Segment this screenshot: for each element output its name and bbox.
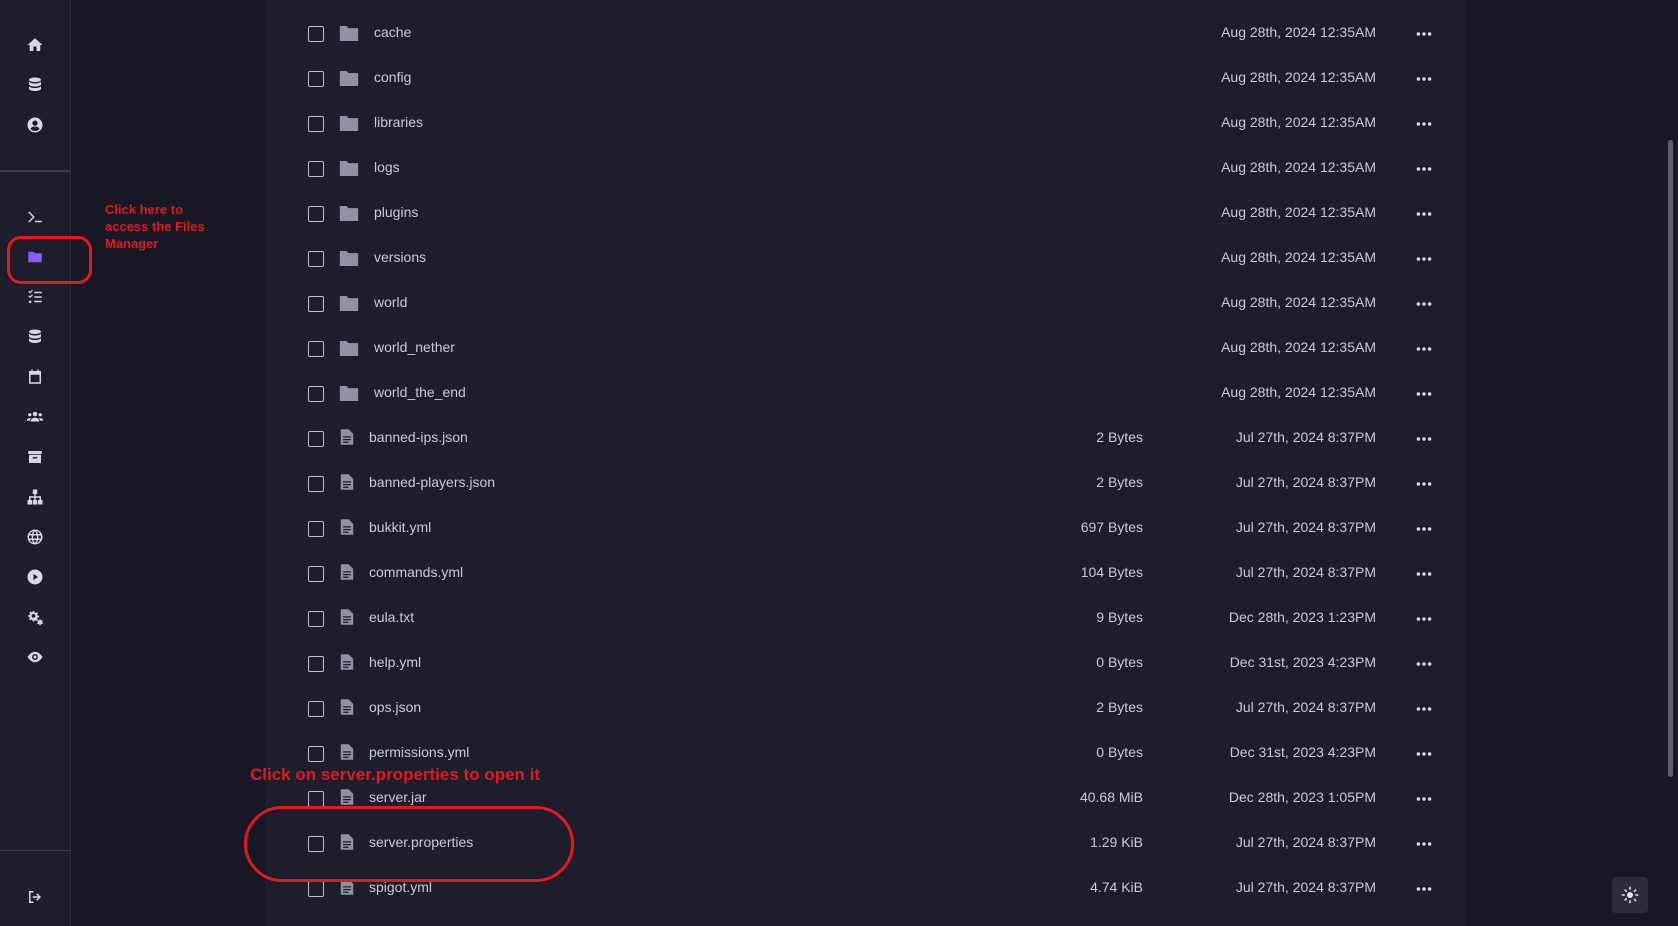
server-properties-highlight (244, 806, 574, 882)
play-icon[interactable] (20, 562, 50, 592)
file-row[interactable]: logs Aug 28th, 2024 12:35AM (266, 146, 1466, 191)
more-options-icon[interactable] (1416, 879, 1436, 895)
file-date: Dec 28th, 2023 1:23PM (1228, 609, 1376, 625)
file-row[interactable]: commands.yml 104 Bytes Jul 27th, 2024 8:37… (266, 551, 1466, 596)
database-stack-icon[interactable] (20, 70, 50, 100)
more-options-icon[interactable] (1416, 384, 1436, 400)
more-options-icon[interactable] (1416, 159, 1436, 175)
more-options-icon[interactable] (1416, 114, 1436, 130)
file-date: Aug 28th, 2024 12:35AM (1221, 204, 1376, 220)
file-date: Aug 28th, 2024 12:35AM (1221, 384, 1376, 400)
file-date: Jul 27th, 2024 8:37PM (1235, 429, 1376, 445)
more-options-icon[interactable] (1416, 789, 1436, 805)
more-options-icon[interactable] (1416, 429, 1436, 445)
home-icon[interactable] (20, 30, 50, 60)
file-date: Aug 28th, 2024 12:35AM (1221, 69, 1376, 85)
file-row[interactable]: world_nether Aug 28th, 2024 12:35AM (266, 326, 1466, 371)
theme-toggle-button[interactable] (1612, 877, 1648, 913)
calendar-icon[interactable] (20, 362, 50, 392)
more-options-icon[interactable] (1416, 744, 1436, 760)
more-options-icon[interactable] (1416, 609, 1436, 625)
more-options-icon[interactable] (1416, 699, 1436, 715)
file-date: Jul 27th, 2024 8:37PM (1235, 564, 1376, 580)
file-row[interactable]: config Aug 28th, 2024 12:35AM (266, 56, 1466, 101)
file-row[interactable]: banned-ips.json 2 Bytes Jul 27th, 2024 8:3… (266, 416, 1466, 461)
file-row[interactable]: help.yml 0 Bytes Dec 31st, 2023 4:23PM (266, 641, 1466, 686)
file-row[interactable]: ops.json 2 Bytes Jul 27th, 2024 8:37PM (266, 686, 1466, 731)
more-options-icon[interactable] (1416, 294, 1436, 310)
file-date: Jul 27th, 2024 8:37PM (1235, 474, 1376, 490)
more-options-icon[interactable] (1416, 519, 1436, 535)
more-options-icon[interactable] (1416, 834, 1436, 850)
file-date: Dec 28th, 2023 1:05PM (1228, 789, 1376, 805)
file-date: Aug 28th, 2024 12:35AM (1221, 114, 1376, 130)
files-manager-highlight (7, 236, 92, 284)
network-icon[interactable] (20, 482, 50, 512)
database-icon[interactable] (20, 322, 50, 352)
more-options-icon[interactable] (1416, 249, 1436, 265)
file-row[interactable]: banned-players.json 2 Bytes Jul 27th, 2024… (266, 461, 1466, 506)
file-date: Dec 31st, 2023 4:23PM (1229, 654, 1376, 670)
file-date: Dec 31st, 2023 4:23PM (1229, 744, 1376, 760)
file-row[interactable]: world Aug 28th, 2024 12:35AM (266, 281, 1466, 326)
file-date: Jul 27th, 2024 8:37PM (1235, 699, 1376, 715)
more-options-icon[interactable] (1416, 654, 1436, 670)
more-options-icon[interactable] (1416, 204, 1436, 220)
more-options-icon[interactable] (1416, 69, 1436, 85)
user-circle-icon[interactable] (20, 110, 50, 140)
file-row[interactable]: libraries Aug 28th, 2024 12:35AM (266, 101, 1466, 146)
files-manager-annotation: Click here to access the Files Manager (105, 202, 205, 251)
more-options-icon[interactable] (1416, 24, 1436, 40)
file-row[interactable]: world_the_end Aug 28th, 2024 12:35AM (266, 371, 1466, 416)
file-row[interactable]: bukkit.yml 697 Bytes Jul 27th, 2024 8:37PM (266, 506, 1466, 551)
archive-icon[interactable] (20, 442, 50, 472)
logout-icon[interactable] (20, 882, 50, 912)
file-date: Aug 28th, 2024 12:35AM (1221, 159, 1376, 175)
file-row[interactable]: versions Aug 28th, 2024 12:35AM (266, 236, 1466, 281)
sidebar-divider (0, 170, 70, 172)
more-options-icon[interactable] (1416, 474, 1436, 490)
file-row[interactable]: plugins Aug 28th, 2024 12:35AM (266, 191, 1466, 236)
file-date: Jul 27th, 2024 8:37PM (1235, 519, 1376, 535)
terminal-icon[interactable] (20, 202, 50, 232)
file-date: Aug 28th, 2024 12:35AM (1221, 24, 1376, 40)
sidebar-divider (0, 850, 70, 851)
globe-icon[interactable] (20, 522, 50, 552)
file-date: Aug 28th, 2024 12:35AM (1221, 294, 1376, 310)
server-properties-annotation: Click on server.properties to open it (250, 765, 541, 784)
sidebar (0, 0, 71, 926)
gears-icon[interactable] (20, 602, 50, 632)
eye-icon[interactable] (20, 642, 50, 672)
checklist-icon[interactable] (20, 282, 50, 312)
more-options-icon[interactable] (1416, 339, 1436, 355)
more-options-icon[interactable] (1416, 564, 1436, 580)
scrollbar[interactable] (1668, 140, 1673, 777)
file-row[interactable]: cache Aug 28th, 2024 12:35AM (266, 11, 1466, 56)
sun-icon (1621, 886, 1639, 904)
users-icon[interactable] (20, 402, 50, 432)
file-row[interactable]: eula.txt 9 Bytes Dec 28th, 2023 1:23PM (266, 596, 1466, 641)
file-date: Aug 28th, 2024 12:35AM (1221, 249, 1376, 265)
file-date: Aug 28th, 2024 12:35AM (1221, 339, 1376, 355)
